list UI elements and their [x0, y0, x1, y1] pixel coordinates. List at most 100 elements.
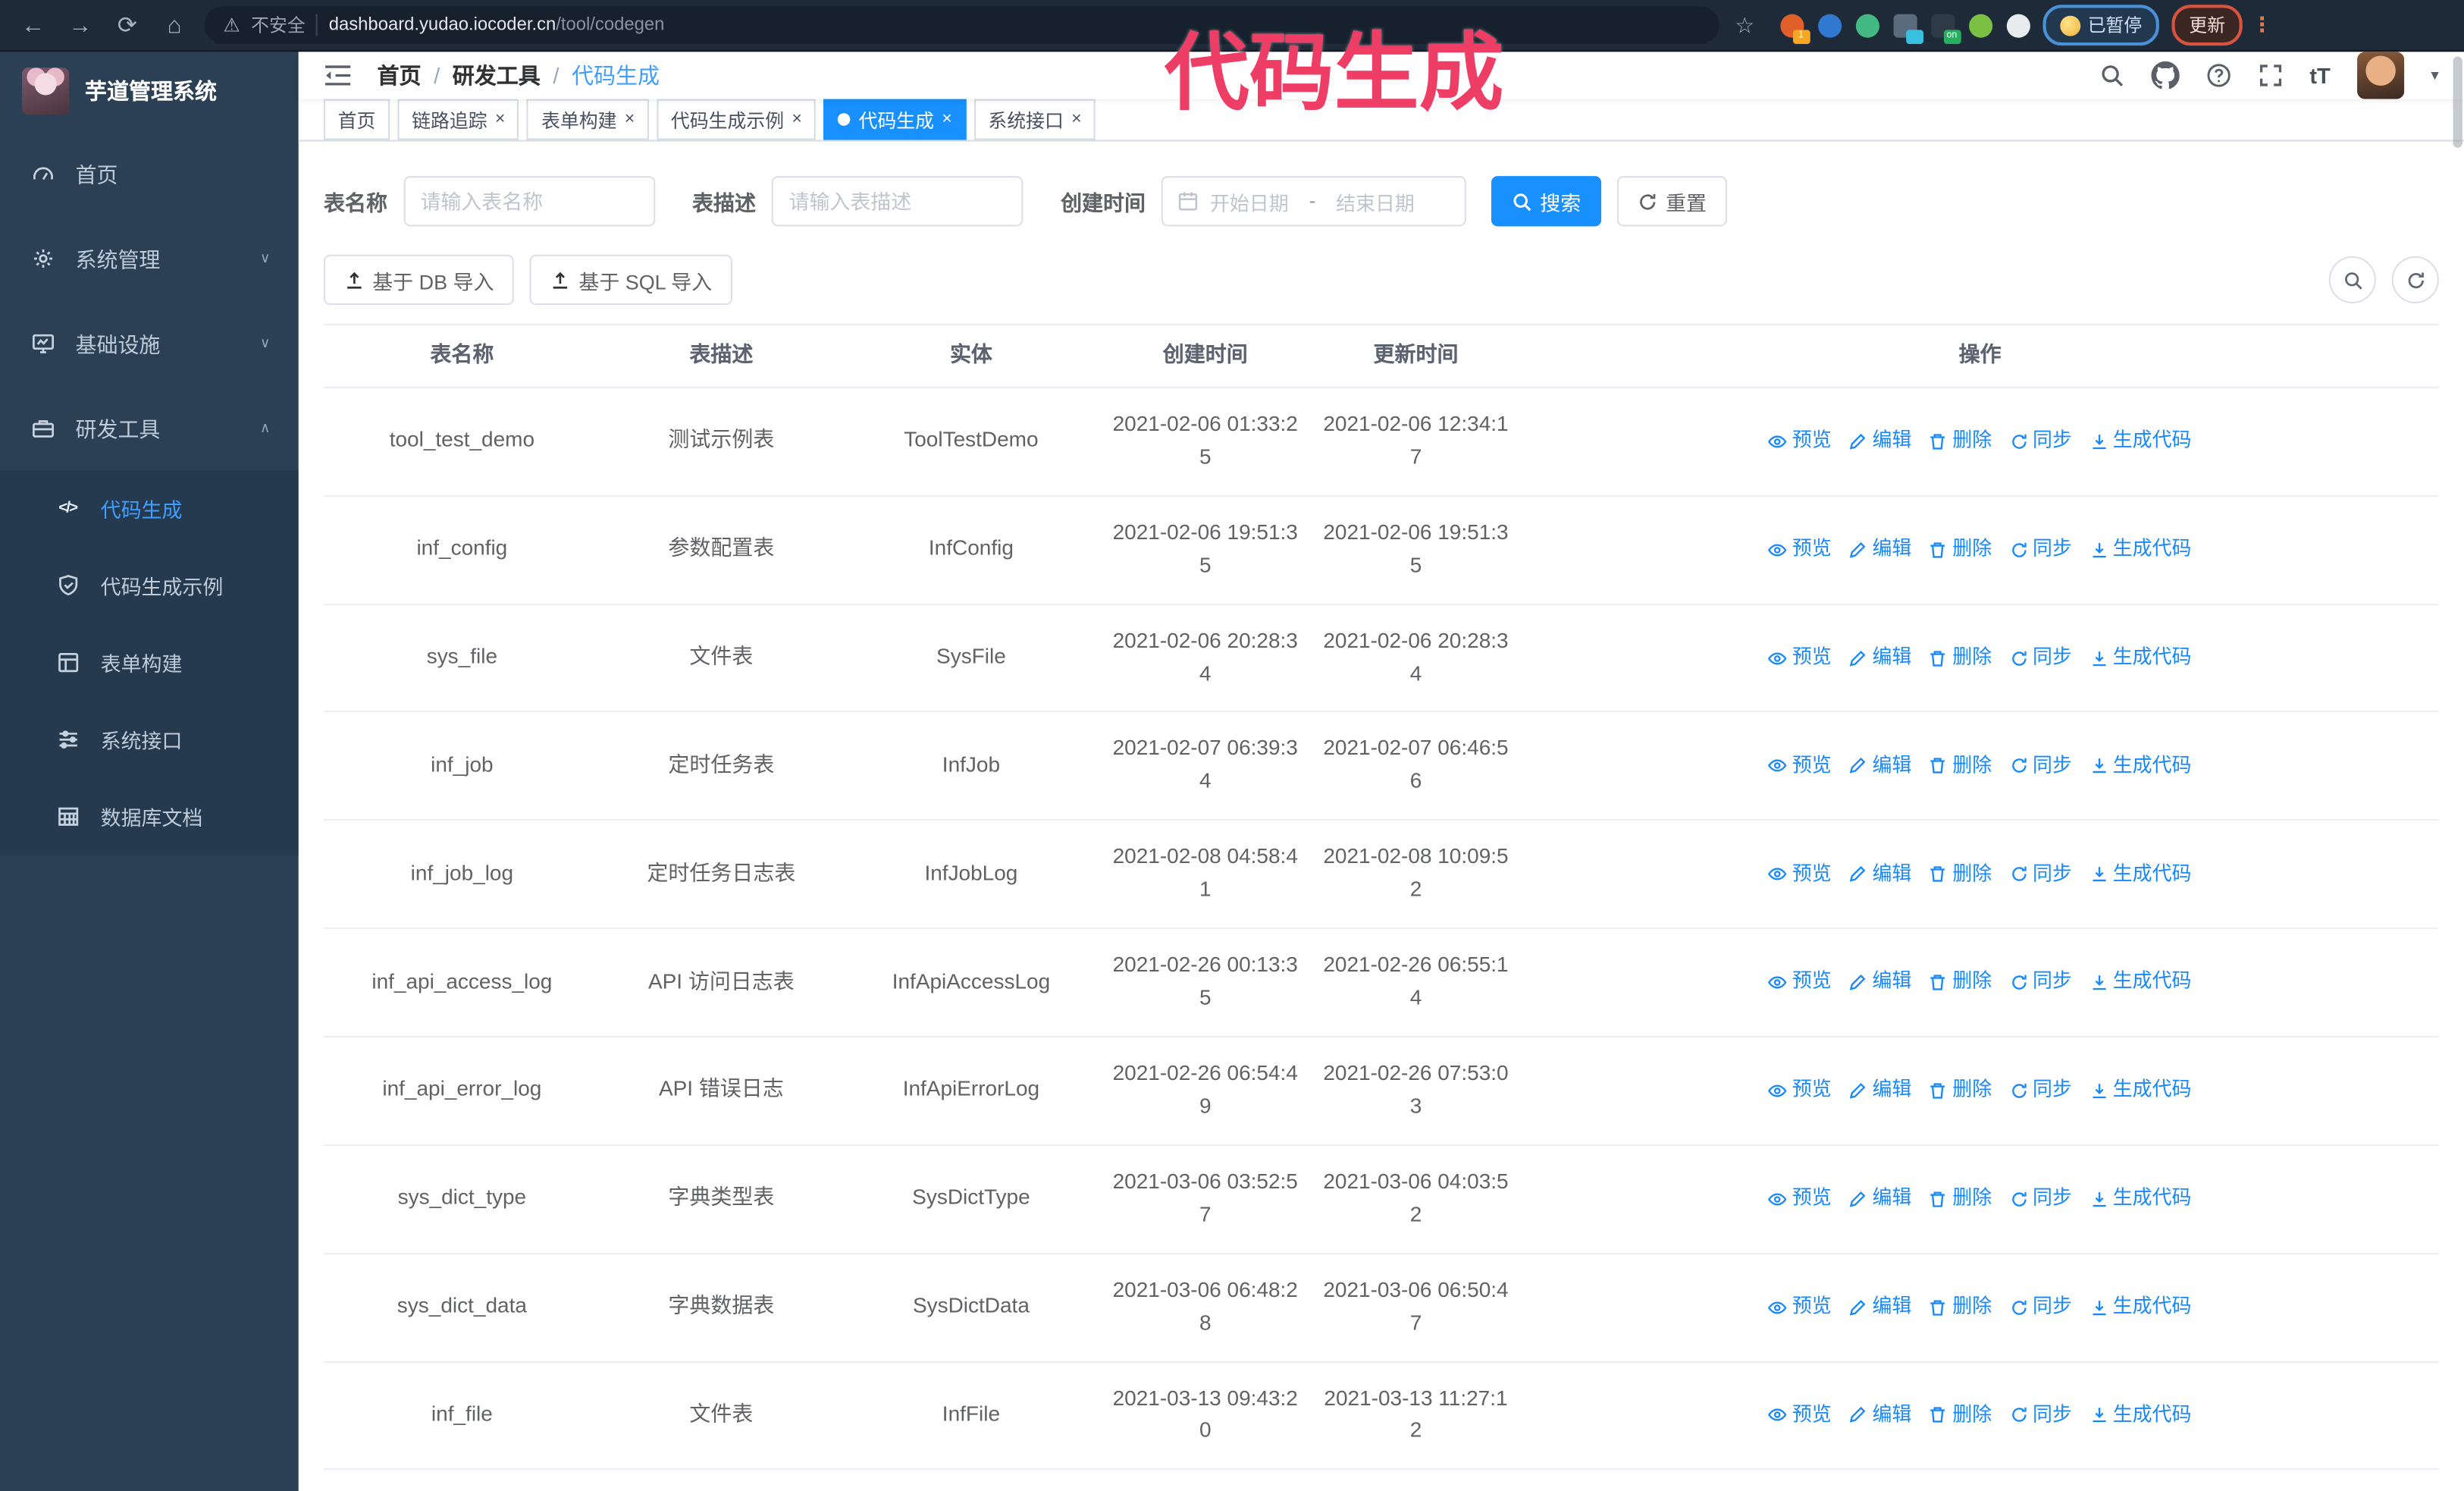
extension-vue-icon[interactable]	[1854, 13, 1879, 37]
action-同步[interactable]: 同步	[2009, 535, 2072, 565]
action-删除[interactable]: 删除	[1929, 859, 1992, 890]
search-button[interactable]: 搜索	[1491, 176, 1602, 227]
sidebar-item-数据库文档[interactable]: 数据库文档	[0, 778, 299, 855]
browser-forward-icon[interactable]: →	[63, 8, 98, 42]
sidebar-item-系统管理[interactable]: 系统管理 ∨	[0, 215, 299, 300]
refresh-circle-button[interactable]	[2391, 256, 2439, 304]
breadcrumb-item[interactable]: 首页	[377, 60, 421, 91]
update-button[interactable]: 更新	[2171, 5, 2243, 46]
action-同步[interactable]: 同步	[2009, 1184, 2072, 1214]
action-预览[interactable]: 预览	[1768, 967, 1832, 997]
action-生成代码[interactable]: 生成代码	[2089, 967, 2191, 997]
action-生成代码[interactable]: 生成代码	[2089, 1184, 2191, 1214]
action-同步[interactable]: 同步	[2009, 426, 2072, 457]
extension-dark-icon[interactable]: on	[1930, 13, 1961, 43]
sidebar-item-首页[interactable]: 首页	[0, 130, 299, 215]
action-预览[interactable]: 预览	[1768, 1292, 1832, 1323]
sidebar-item-研发工具[interactable]: 研发工具 ∧	[0, 385, 299, 470]
address-bar[interactable]: ⚠ 不安全 dashboard.yudao.iocoder.cn/tool/co…	[204, 6, 1719, 45]
close-icon[interactable]: ×	[625, 110, 635, 128]
action-预览[interactable]: 预览	[1768, 1184, 1832, 1214]
search-icon[interactable]	[2099, 63, 2124, 88]
app-logo[interactable]: 芋道管理系统	[0, 52, 299, 130]
action-删除[interactable]: 删除	[1929, 426, 1992, 457]
reset-button[interactable]: 重置	[1616, 176, 1727, 227]
action-编辑[interactable]: 编辑	[1848, 1292, 1911, 1323]
action-删除[interactable]: 删除	[1929, 967, 1992, 997]
show-search-circle-button[interactable]	[2328, 256, 2376, 304]
action-编辑[interactable]: 编辑	[1848, 1400, 1911, 1430]
sidebar-item-基础设施[interactable]: 基础设施 ∨	[0, 300, 299, 385]
tab-链路追踪[interactable]: 链路追踪 ×	[397, 99, 519, 140]
tab-代码生成示例[interactable]: 代码生成示例 ×	[657, 99, 817, 140]
action-预览[interactable]: 预览	[1768, 859, 1832, 890]
action-生成代码[interactable]: 生成代码	[2089, 1400, 2191, 1430]
close-icon[interactable]: ×	[1071, 110, 1081, 128]
tab-首页[interactable]: 首页	[323, 99, 390, 140]
date-range-picker[interactable]: 开始日期 - 结束日期	[1161, 176, 1466, 227]
scrollbar-thumb[interactable]	[2453, 56, 2462, 148]
action-同步[interactable]: 同步	[2009, 1292, 2072, 1323]
action-删除[interactable]: 删除	[1929, 1184, 1992, 1214]
action-预览[interactable]: 预览	[1768, 426, 1832, 457]
browser-home-icon[interactable]: ⌂	[157, 8, 192, 42]
hamburger-icon[interactable]	[324, 63, 352, 88]
font-size-icon[interactable]: tT	[2309, 63, 2330, 88]
sidebar-item-表单构建[interactable]: 表单构建	[0, 624, 299, 702]
extension-grid-icon[interactable]	[1892, 13, 1923, 43]
action-编辑[interactable]: 编辑	[1848, 1075, 1911, 1106]
extension-orange-icon[interactable]: 1	[1779, 13, 1810, 43]
tab-系统接口[interactable]: 系统接口 ×	[973, 99, 1096, 140]
close-icon[interactable]: ×	[792, 110, 802, 128]
help-icon[interactable]	[2206, 63, 2231, 88]
action-生成代码[interactable]: 生成代码	[2089, 859, 2191, 890]
action-编辑[interactable]: 编辑	[1848, 859, 1911, 890]
extension-green-icon[interactable]	[1968, 13, 1992, 37]
table-desc-input[interactable]	[771, 176, 1024, 227]
close-icon[interactable]: ×	[495, 110, 505, 128]
action-同步[interactable]: 同步	[2009, 642, 2072, 673]
action-预览[interactable]: 预览	[1768, 535, 1832, 565]
extension-gem-icon[interactable]	[1817, 13, 1842, 37]
browser-menu-icon[interactable]: ⋮	[2252, 13, 2272, 38]
action-预览[interactable]: 预览	[1768, 1400, 1832, 1430]
action-编辑[interactable]: 编辑	[1848, 535, 1911, 565]
action-生成代码[interactable]: 生成代码	[2089, 426, 2191, 457]
action-预览[interactable]: 预览	[1768, 751, 1832, 781]
import-db-button[interactable]: 基于 DB 导入	[323, 254, 515, 306]
fullscreen-icon[interactable]	[2258, 63, 2283, 88]
action-编辑[interactable]: 编辑	[1848, 642, 1911, 673]
action-删除[interactable]: 删除	[1929, 535, 1992, 565]
tab-代码生成[interactable]: 代码生成 ×	[823, 99, 967, 140]
action-编辑[interactable]: 编辑	[1848, 751, 1911, 781]
tab-表单构建[interactable]: 表单构建 ×	[527, 99, 649, 140]
action-删除[interactable]: 删除	[1929, 1292, 1992, 1323]
action-同步[interactable]: 同步	[2009, 859, 2072, 890]
paused-badge[interactable]: 已暂停	[2042, 5, 2160, 46]
user-avatar[interactable]	[2356, 52, 2405, 99]
sidebar-item-系统接口[interactable]: 系统接口	[0, 701, 299, 778]
action-删除[interactable]: 删除	[1929, 1400, 1992, 1430]
action-生成代码[interactable]: 生成代码	[2089, 642, 2191, 673]
action-删除[interactable]: 删除	[1929, 642, 1992, 673]
browser-back-icon[interactable]: ←	[16, 8, 51, 42]
sidebar-item-代码生成示例[interactable]: 代码生成示例	[0, 547, 299, 624]
browser-reload-icon[interactable]: ⟳	[110, 8, 145, 42]
sidebar-item-代码生成[interactable]: </> 代码生成	[0, 470, 299, 548]
action-同步[interactable]: 同步	[2009, 1075, 2072, 1106]
action-同步[interactable]: 同步	[2009, 1400, 2072, 1430]
action-生成代码[interactable]: 生成代码	[2089, 751, 2191, 781]
action-编辑[interactable]: 编辑	[1848, 426, 1911, 457]
action-编辑[interactable]: 编辑	[1848, 1184, 1911, 1214]
action-预览[interactable]: 预览	[1768, 1075, 1832, 1106]
bookmark-star-icon[interactable]: ☆	[1735, 12, 1754, 39]
extension-ghost-icon[interactable]	[2005, 13, 2030, 37]
action-生成代码[interactable]: 生成代码	[2089, 1292, 2191, 1323]
action-删除[interactable]: 删除	[1929, 751, 1992, 781]
import-sql-button[interactable]: 基于 SQL 导入	[530, 254, 733, 306]
action-同步[interactable]: 同步	[2009, 751, 2072, 781]
table-name-input[interactable]	[403, 176, 655, 227]
close-icon[interactable]: ×	[942, 110, 951, 128]
breadcrumb-item[interactable]: 研发工具	[453, 60, 541, 91]
action-生成代码[interactable]: 生成代码	[2089, 1075, 2191, 1106]
